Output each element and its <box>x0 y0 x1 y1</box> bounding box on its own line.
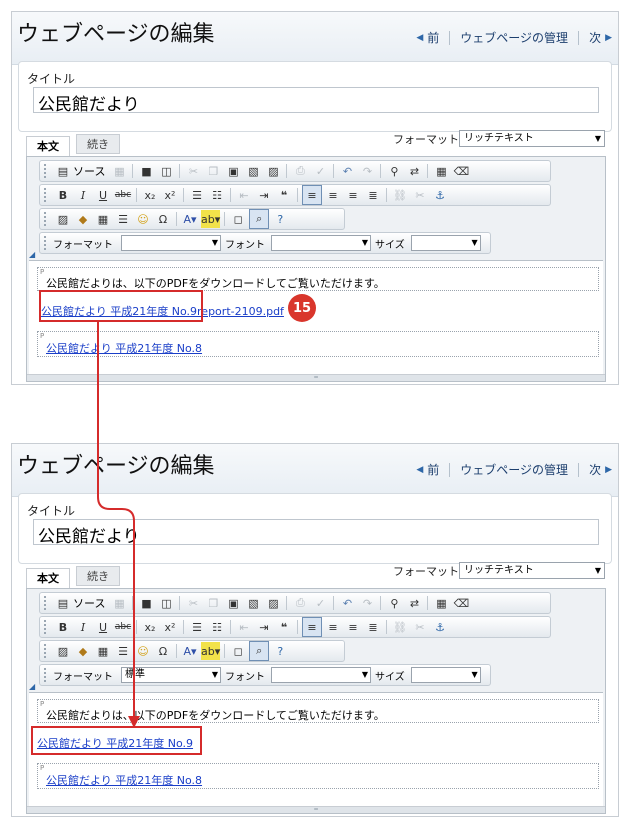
arrow-head-icon <box>128 716 140 728</box>
connector-line <box>97 321 135 718</box>
connector-arrow <box>97 321 140 728</box>
